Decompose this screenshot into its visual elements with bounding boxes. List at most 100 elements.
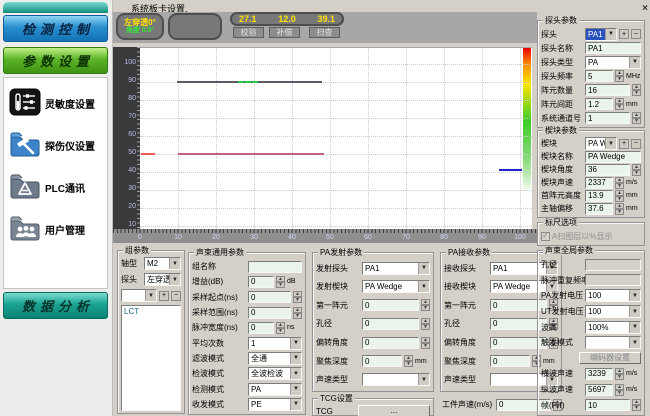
- parameter-settings-button[interactable]: 参数设置: [3, 47, 108, 74]
- spin-down-icon[interactable]: ▼: [615, 183, 624, 189]
- data-analysis-button[interactable]: 数据分析: [3, 292, 108, 319]
- wedge-combo-0[interactable]: PA Wedge▼: [585, 137, 617, 150]
- beam_global-spinner-8[interactable]: ▲▼: [615, 384, 624, 396]
- spin-down-icon[interactable]: ▼: [615, 104, 624, 110]
- chevron-down-icon[interactable]: ▼: [629, 290, 640, 301]
- wedge-field-5[interactable]: 37.6: [585, 203, 613, 215]
- spin-down-icon[interactable]: ▼: [404, 361, 413, 367]
- beam_global-field-8[interactable]: 5697: [585, 384, 613, 396]
- remove-button[interactable]: −: [631, 29, 641, 39]
- compensate-button[interactable]: 补偿: [269, 27, 300, 38]
- chevron-down-icon[interactable]: ▼: [605, 29, 616, 40]
- spin-down-icon[interactable]: ▼: [632, 405, 641, 411]
- probe-field-6[interactable]: 1: [585, 112, 630, 124]
- pa_transmit-combo-1[interactable]: PA Wedge▼: [362, 280, 430, 293]
- pa_transmit-field-2[interactable]: 0: [362, 299, 419, 311]
- group_params-combo-0[interactable]: M2▼: [144, 257, 181, 270]
- beam_global-combo-2[interactable]: 100▼: [585, 289, 641, 302]
- beam_global-field-1[interactable]: [585, 274, 641, 286]
- gate-b-line[interactable]: [178, 153, 324, 155]
- probe-combo-2[interactable]: PA▼: [585, 56, 641, 69]
- beam_global-field-0[interactable]: [585, 259, 641, 271]
- pa_transmit-spinner-2[interactable]: ▲▼: [421, 299, 430, 311]
- pa_transmit-field-4[interactable]: 0: [362, 337, 419, 349]
- chevron-down-icon[interactable]: ▼: [418, 281, 429, 292]
- beam-select-button[interactable]: 左穿透0° 角度 0.0°: [116, 13, 164, 40]
- chevron-down-icon[interactable]: ▼: [169, 274, 180, 285]
- beam_common-field-4[interactable]: 0: [248, 322, 274, 334]
- beam_common-combo-9[interactable]: PE▼: [248, 398, 302, 411]
- wedge-field-4[interactable]: 13.9: [585, 190, 613, 202]
- sidebar-item-flaw-detector[interactable]: 探伤仪设置: [9, 125, 106, 165]
- spin-down-icon[interactable]: ▼: [421, 343, 430, 349]
- spin-down-icon[interactable]: ▼: [421, 305, 430, 311]
- spin-down-icon[interactable]: ▼: [632, 90, 641, 96]
- chevron-down-icon[interactable]: ▼: [629, 57, 640, 68]
- tcg-edit-button[interactable]: ...: [358, 405, 430, 416]
- beam_common-field-1[interactable]: 0: [248, 276, 274, 288]
- spin-down-icon[interactable]: ▼: [615, 390, 624, 396]
- beam_common-spinner-2[interactable]: ▲▼: [293, 291, 302, 303]
- gate-a-highlight[interactable]: [238, 81, 258, 83]
- beam_global-combo-3[interactable]: 100▼: [585, 305, 641, 318]
- beam_global-field-7[interactable]: 3239: [585, 368, 613, 380]
- pa_receive-field-5[interactable]: 0: [490, 355, 530, 367]
- beam_common-spinner-1[interactable]: ▲▼: [276, 276, 285, 288]
- add-button[interactable]: +: [619, 29, 629, 39]
- beam_common-field-3[interactable]: 0: [248, 307, 291, 319]
- spin-down-icon[interactable]: ▼: [276, 328, 285, 334]
- wedge-spinner-4[interactable]: ▲▼: [615, 190, 624, 202]
- chevron-down-icon[interactable]: ▼: [418, 263, 429, 274]
- probe-field-3[interactable]: 5: [585, 70, 613, 82]
- spin-down-icon[interactable]: ▼: [632, 170, 641, 176]
- wedge-spinner-5[interactable]: ▲▼: [615, 203, 624, 215]
- probe-combo-0[interactable]: PA1▼: [585, 28, 617, 41]
- pa_transmit-combo-0[interactable]: PA1▼: [362, 262, 430, 275]
- checkbox-checked-icon[interactable]: ✓: [541, 232, 550, 241]
- spin-down-icon[interactable]: ▼: [615, 374, 624, 380]
- probe-field-1[interactable]: PA1: [585, 42, 641, 54]
- blank-toolbar-button[interactable]: [168, 13, 222, 40]
- probe-field-4[interactable]: 16: [585, 84, 630, 96]
- beam_global-field-9[interactable]: 10: [585, 399, 630, 411]
- beam_common-field-2[interactable]: 0: [248, 291, 291, 303]
- spin-down-icon[interactable]: ▼: [615, 209, 624, 215]
- spin-down-icon[interactable]: ▼: [293, 313, 302, 319]
- beam_common-spinner-3[interactable]: ▲▼: [293, 307, 302, 319]
- spin-down-icon[interactable]: ▼: [276, 282, 285, 288]
- gate-b-left-segment[interactable]: [141, 153, 155, 155]
- probe-spinner-4[interactable]: ▲▼: [632, 84, 641, 96]
- beam_global-combo-5[interactable]: ▼: [585, 336, 641, 349]
- probe-field-5[interactable]: 1.2: [585, 98, 613, 110]
- sidebar-item-plc[interactable]: PLC通讯: [9, 167, 106, 207]
- pa_transmit-field-3[interactable]: 0: [362, 318, 419, 330]
- wedge-spinner-3[interactable]: ▲▼: [615, 177, 624, 189]
- sidebar-item-sensitivity[interactable]: 灵敏度设置: [9, 83, 106, 123]
- add-button[interactable]: +: [159, 291, 169, 301]
- probe-spinner-3[interactable]: ▲▼: [615, 70, 624, 82]
- pa_transmit-field-5[interactable]: 0: [362, 355, 402, 367]
- spin-down-icon[interactable]: ▼: [293, 297, 302, 303]
- chevron-down-icon[interactable]: ▼: [290, 338, 301, 349]
- chevron-down-icon[interactable]: ▼: [605, 138, 616, 149]
- beam_common-combo-6[interactable]: 全通▼: [248, 352, 302, 365]
- chevron-down-icon[interactable]: ▼: [290, 399, 301, 410]
- chevron-down-icon[interactable]: ▼: [418, 374, 429, 385]
- chevron-down-icon[interactable]: ▼: [629, 322, 640, 333]
- ascan-plot-area[interactable]: [140, 47, 532, 229]
- spin-down-icon[interactable]: ▼: [615, 196, 624, 202]
- spin-down-icon[interactable]: ▼: [615, 76, 624, 82]
- chevron-down-icon[interactable]: ▼: [290, 353, 301, 364]
- spin-down-icon[interactable]: ▼: [421, 324, 430, 330]
- beam_common-field-0[interactable]: [248, 261, 302, 273]
- spin-down-icon[interactable]: ▼: [632, 118, 641, 124]
- wedge-field-3[interactable]: 2337: [585, 177, 613, 189]
- probe-spinner-5[interactable]: ▲▼: [615, 98, 624, 110]
- detect-control-button[interactable]: 检测控制: [3, 15, 108, 42]
- chevron-down-icon[interactable]: ▼: [290, 368, 301, 379]
- beam_common-combo-5[interactable]: 1▼: [248, 337, 302, 350]
- pa_transmit-spinner-5[interactable]: ▲▼: [404, 355, 413, 367]
- wedge-field-1[interactable]: PA Wedge: [585, 151, 641, 163]
- group-listbox[interactable]: LCT: [121, 305, 181, 411]
- group_params-combo-2[interactable]: ▼: [121, 289, 157, 302]
